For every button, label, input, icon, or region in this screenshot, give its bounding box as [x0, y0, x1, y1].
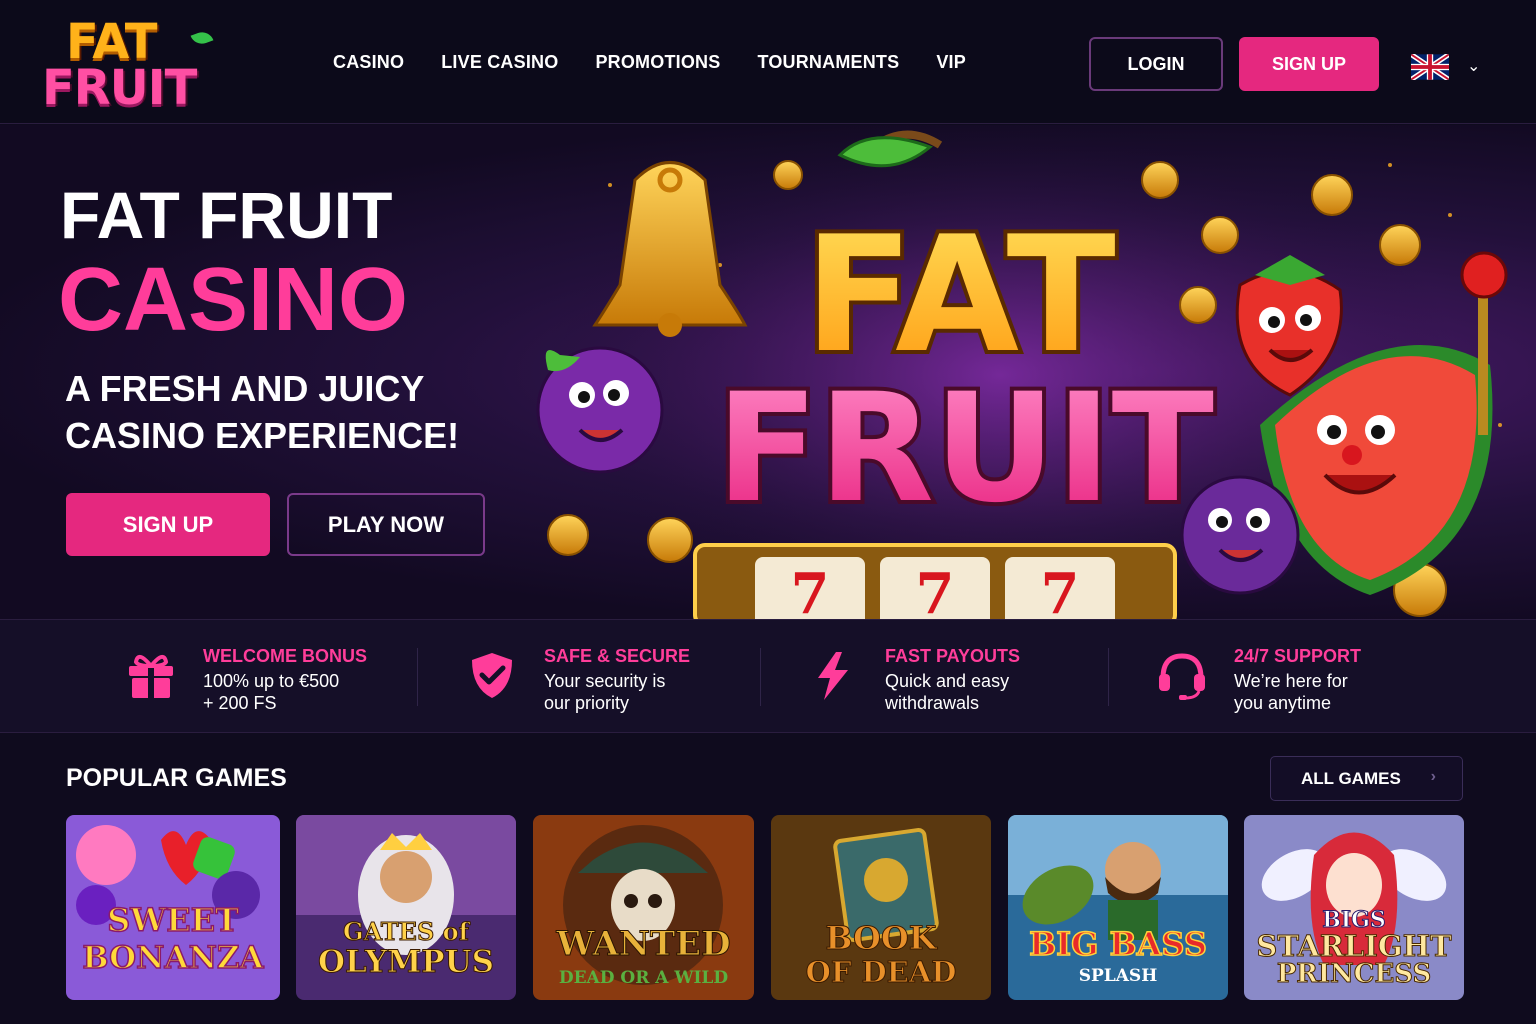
feature-description: Quick and easy withdrawals — [885, 670, 1075, 714]
blackberry-character — [1180, 475, 1300, 595]
nav-promotions[interactable]: PROMOTIONS — [595, 52, 720, 73]
game-title-line: BONANZA — [82, 940, 265, 976]
game-title-line: BOOK — [825, 919, 937, 957]
game-card-sweet-bonanza[interactable]: SWEET BONANZA — [66, 815, 280, 1000]
feature-description: Your security is our priority — [544, 670, 734, 714]
game-title-line: BIG BASS — [1028, 925, 1207, 963]
game-card-starlight-princess[interactable]: BIGS STARLIGHT PRINCESS — [1244, 815, 1464, 1000]
nav-vip[interactable]: VIP — [936, 52, 966, 73]
popular-games-heading: POPULAR GAMES — [66, 764, 287, 792]
feature-desc-line: Quick and easy — [885, 671, 1010, 691]
divider — [417, 648, 418, 706]
nav-casino[interactable]: CASINO — [333, 52, 404, 73]
shield-check-icon — [472, 653, 512, 698]
slot-reels: 7 7 7 — [693, 543, 1177, 619]
features-bar: WELCOME BONUS 100% up to €500 + 200 FS S… — [0, 619, 1536, 733]
headset-icon — [1159, 653, 1205, 700]
hero-banner: FAT FRUIT CASINO A FRESH AND JUICY CASIN… — [0, 125, 1536, 619]
hero-signup-button[interactable]: SIGN UP — [66, 493, 270, 556]
game-title-line: WANTED — [556, 924, 731, 964]
all-games-button[interactable]: ALL GAMES › — [1270, 756, 1463, 801]
feature-desc-line: We’re here for — [1234, 671, 1348, 691]
game-card-gates-of-olympus[interactable]: GATES of OLYMPUS — [296, 815, 516, 1000]
language-selector[interactable]: ⌄ — [1411, 54, 1481, 82]
games-row: SWEET BONANZA GATES of OLYMPUS WANTED DE… — [66, 815, 1464, 1000]
hero-subtitle: A FRESH AND JUICY CASINO EXPERIENCE! — [65, 368, 460, 456]
login-button[interactable]: LOGIN — [1089, 37, 1223, 91]
hero-play-now-button[interactable]: PLAY NOW — [287, 493, 485, 556]
feature-desc-line: 100% up to €500 — [203, 671, 340, 691]
fat-fruit-logo[interactable]: FAT FRUIT — [40, 14, 230, 116]
hero-illustration: FAT FRUIT 7 7 7 — [536, 125, 1508, 619]
game-title-line: PRINCESS — [1276, 959, 1432, 990]
svg-text:7: 7 — [791, 561, 830, 619]
all-games-label: ALL GAMES — [1301, 768, 1401, 788]
chevron-down-icon: ⌄ — [1467, 58, 1481, 75]
feature-title: FAST PAYOUTS — [885, 646, 1021, 666]
feature-desc-line: withdrawals — [885, 693, 980, 713]
feature-description: We’re here for you anytime — [1234, 670, 1424, 714]
game-title-line: OF DEAD — [805, 955, 957, 990]
feature-title: WELCOME BONUS — [203, 646, 367, 666]
feature-title: 24/7 SUPPORT — [1234, 646, 1362, 666]
site-header: FAT FRUIT CASINO LIVE CASINO PROMOTIONS … — [0, 0, 1536, 124]
game-card-big-bass-splash[interactable]: BIG BASS SPLASH — [1008, 815, 1228, 1000]
feature-desc-line: + 200 FS — [203, 693, 277, 713]
lightning-icon — [818, 652, 848, 700]
feature-description: 100% up to €500 + 200 FS — [203, 670, 393, 714]
chevron-right-icon: › — [1430, 768, 1436, 785]
game-card-book-of-dead[interactable]: BOOK OF DEAD — [771, 815, 991, 1000]
signup-button[interactable]: SIGN UP — [1239, 37, 1379, 91]
game-title-line: SPLASH — [1078, 966, 1158, 986]
uk-flag-icon — [1411, 54, 1449, 80]
svg-text:7: 7 — [916, 561, 955, 619]
feature-desc-line: you anytime — [1234, 693, 1332, 713]
nav-tournaments[interactable]: TOURNAMENTS — [757, 52, 899, 73]
leaf-icon — [190, 28, 214, 48]
nav-live-casino[interactable]: LIVE CASINO — [441, 52, 558, 73]
feature-desc-line: our priority — [544, 693, 630, 713]
svg-text:FRUIT: FRUIT — [716, 362, 1214, 536]
svg-text:FAT: FAT — [804, 201, 1115, 388]
game-title-line: SWEET — [106, 901, 239, 939]
hero-title-line1: FAT FRUIT — [60, 178, 393, 252]
divider — [1108, 648, 1109, 706]
logo-text-bottom: FRUIT — [42, 60, 197, 116]
main-nav: CASINO LIVE CASINO PROMOTIONS TOURNAMENT… — [333, 52, 1003, 73]
svg-text:7: 7 — [1041, 561, 1080, 619]
feature-title: SAFE & SECURE — [544, 646, 691, 666]
hero-title-line2: CASINO — [58, 250, 409, 350]
game-card-wanted[interactable]: WANTED DEAD OR A WILD — [533, 815, 754, 1000]
feature-desc-line: Your security is — [544, 671, 666, 691]
divider — [760, 648, 761, 706]
gift-icon — [129, 654, 173, 698]
game-title-line: DEAD OR A WILD — [558, 968, 729, 988]
game-title-line: OLYMPUS — [318, 944, 495, 980]
plum-character — [536, 346, 664, 474]
